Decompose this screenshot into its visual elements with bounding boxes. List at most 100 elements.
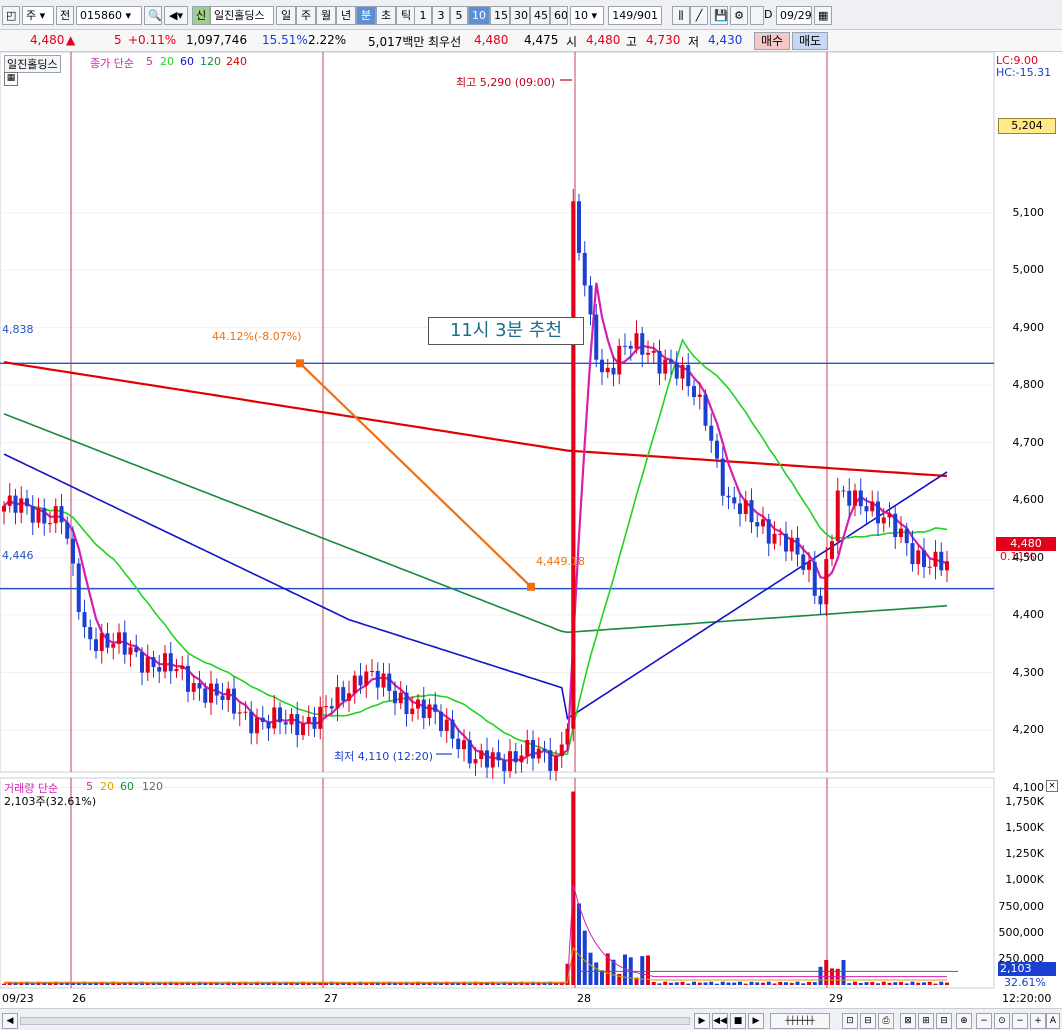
tool-icon-1[interactable]: ⊠ <box>900 1013 916 1029</box>
speaker-icon[interactable]: ◀▾ <box>164 6 188 25</box>
candle-body <box>490 752 495 768</box>
play-icon[interactable]: ▶ <box>748 1013 764 1029</box>
scroll-left-icon[interactable]: ◀ <box>2 1013 18 1029</box>
x-label-29: 29 <box>829 992 843 1005</box>
period-year[interactable]: 년 <box>336 6 356 25</box>
period-minute[interactable]: 분 <box>356 6 376 25</box>
interval-3[interactable]: 3 <box>432 6 450 25</box>
tool-icon-2[interactable]: ⊞ <box>918 1013 934 1029</box>
note-box[interactable]: 11시 3분 추천 <box>428 317 584 345</box>
change-pct: +0.11% <box>128 33 177 47</box>
candle-body <box>180 665 185 669</box>
volume-bar <box>410 983 415 985</box>
save-icon[interactable]: 💾 <box>710 6 728 25</box>
candle-body <box>519 755 524 763</box>
sell-button[interactable]: 매도 <box>792 32 828 50</box>
period-day[interactable]: 일 <box>276 6 296 25</box>
tool-icon-3[interactable]: ⊟ <box>936 1013 952 1029</box>
volume-tick-label: 500,000 <box>998 925 1045 939</box>
zoom-slider[interactable]: ┼┼┼┼┼┼ <box>770 1013 830 1029</box>
ma-5-label: 5 <box>146 55 153 68</box>
period-tick[interactable]: 틱 <box>396 6 416 25</box>
buy-button[interactable]: 매수 <box>754 32 790 50</box>
minus-icon[interactable]: − <box>1012 1013 1028 1029</box>
candle-body <box>301 723 305 736</box>
ma-240-label: 240 <box>226 55 247 68</box>
rewind-icon[interactable]: ◀◀ <box>712 1013 728 1029</box>
gear-icon[interactable]: ⚙ <box>730 6 748 25</box>
panel-stock-name[interactable]: 일진홀딩스 <box>4 55 61 73</box>
candle-body <box>433 704 438 712</box>
candle-body <box>651 350 656 353</box>
candle-body <box>439 711 443 732</box>
candle-body <box>605 367 610 373</box>
tool-icon-4[interactable]: ⊕ <box>956 1013 972 1029</box>
candle-body <box>830 541 834 560</box>
search-icon[interactable]: 🔍 <box>144 6 162 25</box>
print-icon[interactable]: ⎙ <box>878 1013 894 1029</box>
new-badge: 신 <box>192 6 210 25</box>
x-label-26: 26 <box>72 992 86 1005</box>
volume-current: 2,103주(32.61%) <box>4 795 97 808</box>
period-week[interactable]: 주 <box>296 6 316 25</box>
candle-body <box>462 740 466 750</box>
volume-bar <box>824 959 829 985</box>
interval-45[interactable]: 45 <box>530 6 550 25</box>
volume-bar <box>663 981 668 985</box>
hline-low-label: 4,446 <box>2 549 34 562</box>
grid-icon[interactable]: ▦ <box>4 72 18 86</box>
auto-icon[interactable]: A <box>1046 1013 1060 1029</box>
candle-icon[interactable]: ⫼ <box>672 6 690 25</box>
window-icon[interactable]: ◰ <box>2 6 20 25</box>
prev-button[interactable]: 전 <box>56 6 74 25</box>
zoom-out-icon[interactable]: − <box>976 1013 992 1029</box>
interval-10[interactable]: 10 <box>468 6 490 25</box>
chart-type-icon[interactable]: ⊟ <box>860 1013 876 1029</box>
ma-label[interactable]: 종가 단순 <box>90 55 134 71</box>
interval-5[interactable]: 5 <box>450 6 468 25</box>
candle-body <box>19 498 24 513</box>
date-input[interactable]: 09/29 <box>776 6 812 25</box>
open-label: 시 <box>566 35 578 49</box>
volume-bar <box>692 981 696 985</box>
interval-15[interactable]: 15 <box>490 6 510 25</box>
volume-tick-label: 250,000 <box>998 951 1045 965</box>
candle-body <box>841 490 846 492</box>
candle-body <box>134 647 139 653</box>
candle-body <box>916 550 921 565</box>
candle-body <box>697 394 702 398</box>
candle-body <box>94 639 98 652</box>
candle-body <box>7 495 12 506</box>
period-second[interactable]: 초 <box>376 6 396 25</box>
interval-30[interactable]: 30 <box>510 6 530 25</box>
scroll-right-icon[interactable]: ▶ <box>694 1013 710 1029</box>
market-select[interactable]: 주 ▾ <box>22 6 54 25</box>
volume-bar <box>640 956 645 985</box>
period-month[interactable]: 월 <box>316 6 336 25</box>
scroll-track[interactable] <box>20 1017 690 1025</box>
zoom-icon[interactable]: ⊡ <box>842 1013 858 1029</box>
close-icon[interactable]: ✕ <box>1046 780 1058 792</box>
stock-chart[interactable] <box>0 52 1062 1008</box>
candle-body <box>364 671 369 686</box>
candle-body <box>145 657 150 673</box>
date-checkbox[interactable] <box>750 6 764 25</box>
interval-select[interactable]: 10 ▾ <box>570 6 604 25</box>
interval-1[interactable]: 1 <box>414 6 432 25</box>
volume-bar <box>278 983 282 985</box>
volume-bar <box>680 981 685 985</box>
volume-bar <box>847 983 852 985</box>
interval-60[interactable]: 60 <box>550 6 568 25</box>
candle-body <box>617 345 622 375</box>
candle-body <box>634 333 639 349</box>
stock-code-input[interactable]: 015860 ▾ <box>76 6 142 25</box>
calendar-icon[interactable]: ▦ <box>814 6 832 25</box>
candle-body <box>853 490 857 506</box>
y-tick-label: 4,500 <box>1012 550 1045 564</box>
volume-bar <box>945 982 949 985</box>
zoom-reset-icon[interactable]: ⊙ <box>994 1013 1010 1029</box>
plus-icon[interactable]: + <box>1030 1013 1046 1029</box>
overlay-icon[interactable]: ╱ <box>690 6 708 25</box>
stop-icon[interactable]: ■ <box>730 1013 746 1029</box>
chart-scrollbar[interactable]: ◀ ▶ ◀◀ ■ ▶ ┼┼┼┼┼┼ ⊡ ⊟ ⎙ ⊠ ⊞ ⊟ ⊕ − ⊙ − + … <box>0 1008 1062 1030</box>
